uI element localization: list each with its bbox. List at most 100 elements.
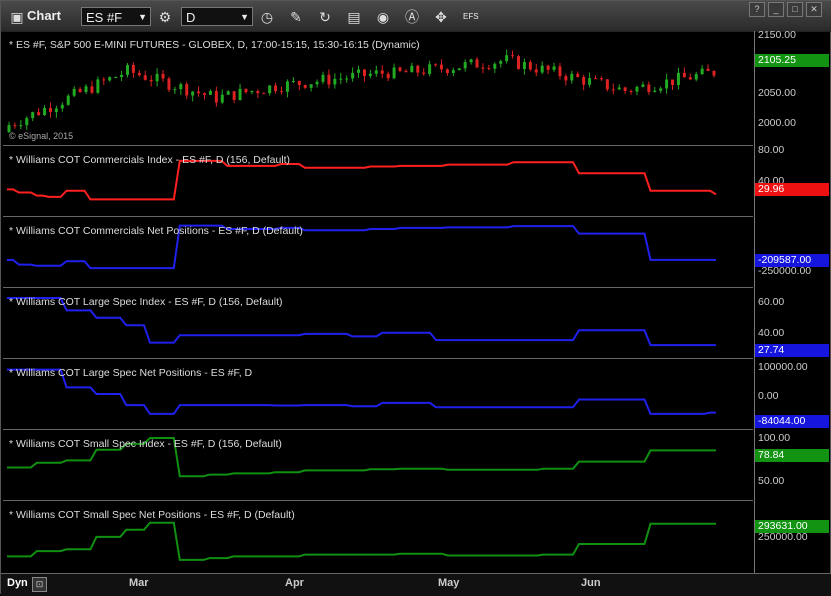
candle-body (368, 73, 372, 76)
candle-body (208, 90, 212, 95)
candle-body (345, 78, 349, 80)
candle-body (226, 91, 230, 95)
lock-icon[interactable]: ⊡ (32, 577, 47, 592)
candle-body (499, 61, 503, 64)
candle-body (102, 79, 106, 81)
candle-body (78, 88, 82, 92)
candle-body (676, 72, 680, 85)
candle-body (315, 81, 319, 85)
dynamic-mode-label[interactable]: Dyn (7, 577, 28, 589)
candle-body (611, 89, 615, 91)
candle-body (167, 78, 171, 90)
candle-body (422, 72, 426, 74)
candle-body (629, 90, 633, 92)
candle-body (647, 84, 651, 92)
candle-body (457, 68, 461, 71)
candle-body (72, 88, 76, 96)
candle-body (659, 88, 663, 91)
candle-body (220, 94, 224, 103)
candle-body (706, 68, 710, 72)
small-index-tick: 100.00 (758, 432, 791, 444)
candle-body (362, 69, 366, 76)
candle-body (617, 87, 621, 90)
candle-body (700, 68, 704, 75)
candle-body (214, 90, 218, 103)
candle-body (173, 89, 177, 91)
candle-body (635, 86, 639, 92)
candle-body (161, 73, 165, 79)
small-net-series-line (7, 521, 716, 561)
candle-body (143, 75, 147, 80)
candle-body (149, 79, 153, 82)
candle-body (511, 55, 515, 57)
candle-body (516, 56, 520, 69)
candle-body (665, 79, 669, 89)
candle-body (688, 77, 692, 80)
price-pane-title: * ES #F, S&P 500 E-MINI FUTURES - GLOBEX… (9, 39, 420, 51)
candle-body (238, 88, 242, 100)
candle-body (392, 67, 396, 79)
candle-body (540, 65, 544, 73)
candle-body (285, 81, 289, 92)
large-net-last-value-tag: -84044.00 (755, 415, 829, 428)
candle-body (262, 93, 266, 95)
candle-body (445, 69, 449, 73)
candle-body (291, 80, 295, 82)
candle-body (54, 108, 58, 113)
candle-body (653, 90, 657, 92)
comm-index-tick: 80.00 (758, 144, 785, 156)
candle-body (155, 73, 159, 82)
large-net-tick: 0.00 (758, 390, 779, 402)
candle-body (96, 79, 100, 93)
candle-body (333, 78, 337, 85)
candle-body (280, 91, 284, 93)
small-net-title: * Williams COT Small Spec Net Positions … (9, 509, 295, 521)
candle-body (534, 69, 538, 73)
candle-body (185, 84, 189, 96)
candle-body (90, 86, 94, 93)
candle-body (256, 90, 260, 94)
candle-body (594, 78, 598, 80)
candle-body (439, 64, 443, 70)
candle-body (694, 74, 698, 80)
candle-body (321, 74, 325, 82)
candle-body (682, 72, 686, 78)
comm-index-series-line (7, 159, 717, 201)
candle-body (599, 78, 603, 80)
candle-body (380, 70, 384, 74)
candle-body (339, 78, 343, 80)
candle-body (410, 65, 414, 73)
candle-body (469, 59, 473, 63)
candle-body (671, 79, 675, 85)
candle-body (428, 64, 432, 74)
candle-body (712, 71, 716, 76)
candle-body (404, 70, 408, 73)
time-axis[interactable]: Dyn ⊡ Mar Apr May Jun (1, 573, 831, 596)
candle-body (505, 55, 509, 62)
candle-body (37, 112, 41, 115)
comm-net-title: * Williams COT Commercials Net Positions… (9, 225, 303, 237)
candle-body (179, 84, 183, 90)
candle-body (232, 91, 236, 100)
candle-body (434, 64, 438, 66)
month-label: Apr (285, 577, 304, 589)
candle-body (522, 62, 526, 69)
candle-body (25, 118, 29, 126)
small-index-tick: 50.00 (758, 475, 785, 487)
large-index-tick: 60.00 (758, 296, 785, 308)
candle-body (31, 112, 35, 119)
candle-body (66, 95, 70, 105)
candle-body (605, 79, 609, 90)
candle-body (303, 84, 307, 88)
candle-body (268, 85, 272, 94)
month-label: Jun (581, 577, 601, 589)
candle-body (588, 78, 592, 85)
candle-body (582, 77, 586, 85)
candle-body (546, 65, 550, 70)
price-tick: 2050.00 (758, 87, 796, 99)
candle-body (475, 59, 479, 68)
price-last-value-tag: 2105.25 (755, 54, 829, 67)
candle-body (120, 74, 124, 78)
small-net-tick: 250000.00 (758, 531, 808, 543)
price-tick: 2150.00 (758, 29, 796, 41)
